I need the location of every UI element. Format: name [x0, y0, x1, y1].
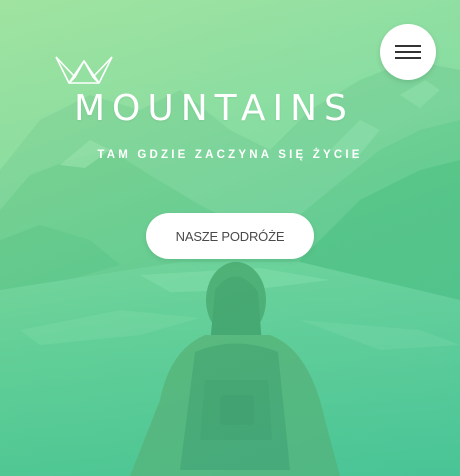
crown-mountain-icon: [55, 56, 113, 84]
menu-button[interactable]: [380, 24, 436, 80]
brand-title: MOUNTAINS: [74, 88, 354, 129]
hamburger-menu-icon: [395, 45, 421, 59]
tagline: TAM GDZIE ZACZYNA SIĘ ŻYCIE: [97, 149, 363, 161]
hero-section: MOUNTAINS TAM GDZIE ZACZYNA SIĘ ŻYCIE NA…: [0, 0, 460, 476]
our-trips-button[interactable]: NASZE PODRÓŻE: [146, 213, 314, 259]
